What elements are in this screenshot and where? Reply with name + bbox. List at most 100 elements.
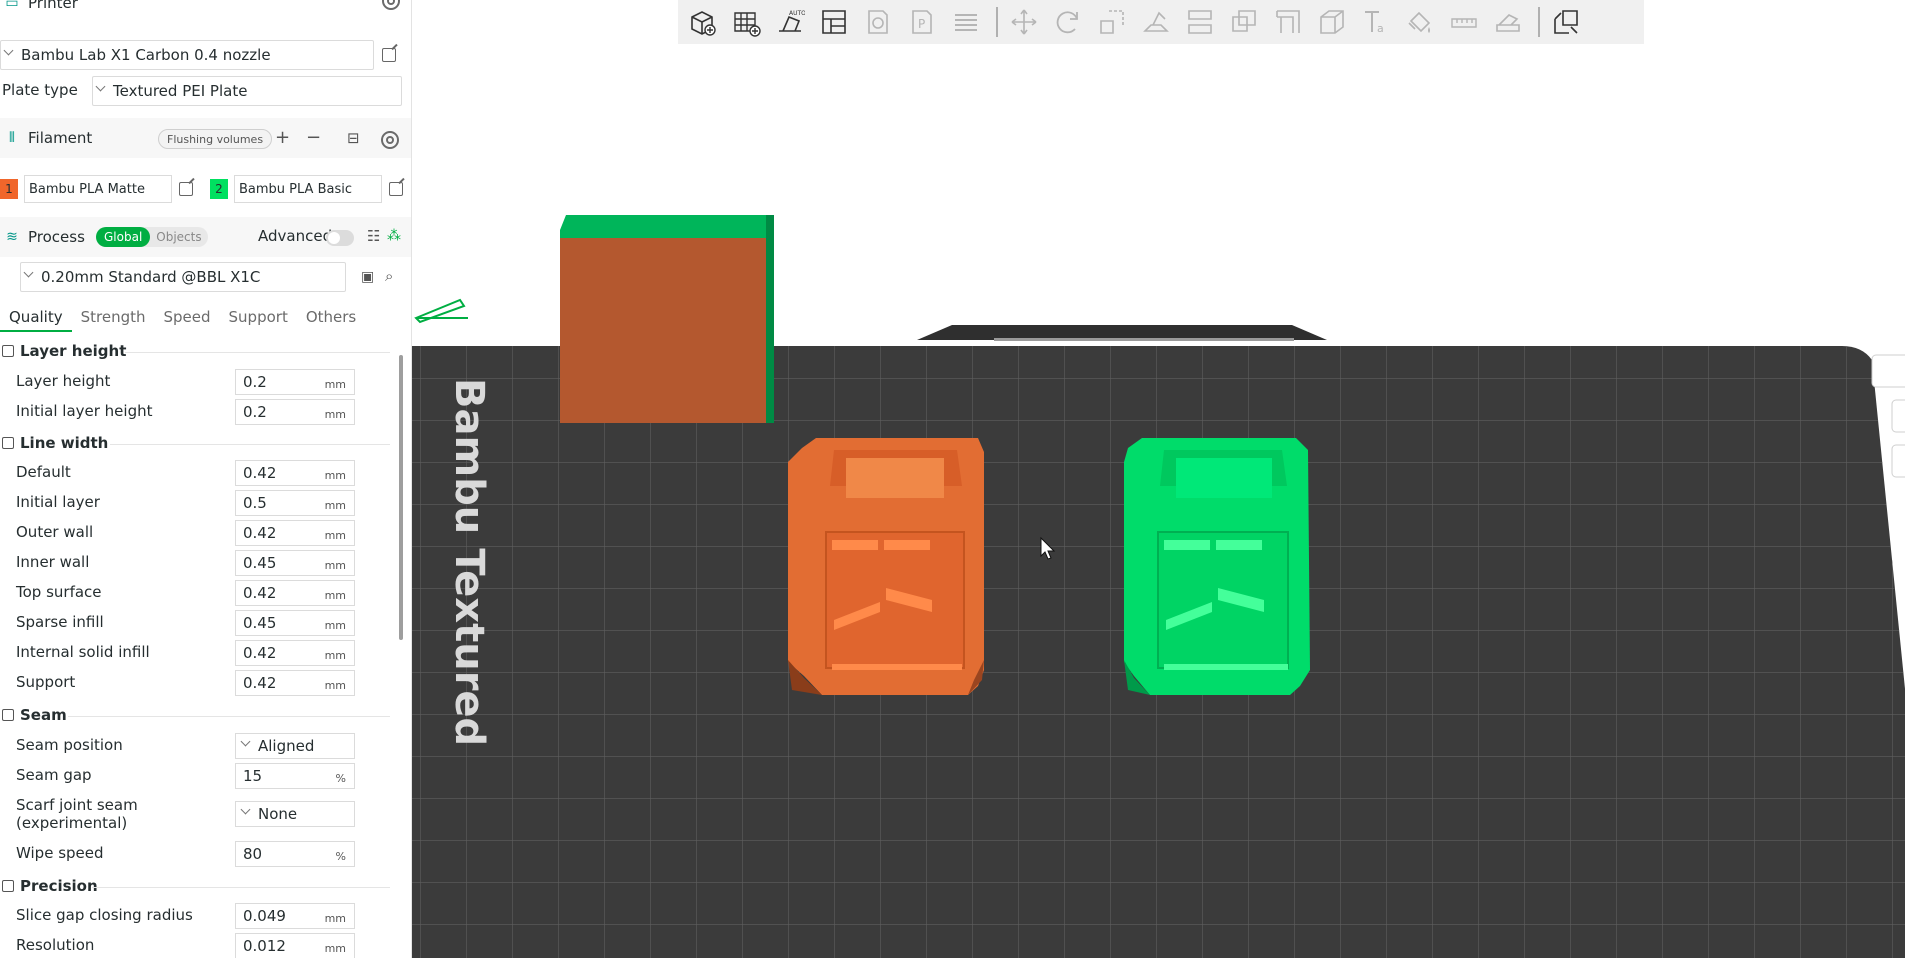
layer-height-label: Layer height [16, 372, 111, 390]
line-width-top-label: Top surface [16, 583, 102, 601]
back-block-object[interactable] [560, 238, 770, 423]
seam-paint-button[interactable] [1314, 4, 1350, 40]
unit-label: mm [324, 469, 346, 482]
tab-support[interactable]: Support [220, 302, 297, 332]
split-parts-button[interactable]: P [904, 4, 940, 40]
objects-tab[interactable]: Objects [150, 230, 207, 244]
line-width-default-value: 0.42 [243, 464, 277, 482]
line-width-inner-input[interactable]: 0.45 mm [235, 550, 355, 576]
lay-on-face-button[interactable] [1138, 4, 1174, 40]
3d-viewport[interactable]: Bambu Textured AUTO P a [412, 0, 1905, 958]
line-width-internal-input[interactable]: 0.42 mm [235, 640, 355, 666]
seam-position-value: Aligned [258, 737, 315, 755]
support-paint-button[interactable] [1270, 4, 1306, 40]
line-width-default-input[interactable]: 0.42 mm [235, 460, 355, 486]
line-width-sparse-input[interactable]: 0.45 mm [235, 610, 355, 636]
group-precision: Precision [0, 877, 98, 895]
filament-2-color-swatch[interactable]: 2 [210, 179, 228, 199]
add-cube-icon [691, 11, 716, 36]
edit-filament-1-icon[interactable] [179, 182, 193, 196]
global-objects-toggle[interactable]: Global Objects [96, 227, 208, 247]
layer-editing-button[interactable] [948, 4, 984, 40]
right-panel-widget[interactable] [1891, 399, 1905, 433]
add-object-button[interactable] [684, 4, 720, 40]
group-precision-title: Precision [20, 877, 98, 895]
process-preset-select[interactable]: 0.20mm Standard @BBL X1C [20, 262, 346, 292]
edit-printer-icon[interactable] [382, 48, 396, 62]
line-width-inner-value: 0.45 [243, 554, 277, 572]
slice-gap-label: Slice gap closing radius [16, 906, 193, 924]
remove-filament-icon[interactable]: − [306, 129, 321, 147]
filament-1-number: 1 [5, 182, 13, 196]
back-block-top [560, 215, 768, 238]
tab-others[interactable]: Others [297, 302, 365, 332]
printer-settings-gear-icon[interactable] [382, 0, 400, 10]
green-jerrycan-object[interactable] [1124, 438, 1310, 695]
advanced-toggle[interactable] [326, 230, 354, 246]
orange-jerrycan-object[interactable] [788, 438, 984, 695]
line-width-initial-input[interactable]: 0.5 mm [235, 490, 355, 516]
boolean-tool-button[interactable] [1226, 4, 1262, 40]
right-panel-widget[interactable] [1871, 354, 1905, 388]
color-paint-button[interactable] [1402, 4, 1438, 40]
line-width-support-input[interactable]: 0.42 mm [235, 670, 355, 696]
build-plate-scene[interactable]: Bambu Textured [412, 0, 1905, 958]
tab-speed[interactable]: Speed [155, 302, 220, 332]
assembly-button[interactable] [1490, 4, 1526, 40]
scarf-joint-label: Scarf joint seam (experimental) [16, 796, 138, 832]
filament-1-select[interactable]: Bambu PLA Matte [24, 175, 172, 203]
line-width-top-input[interactable]: 0.42 mm [235, 580, 355, 606]
tab-strength[interactable]: Strength [72, 302, 155, 332]
edit-filament-2-icon[interactable] [389, 182, 403, 196]
divider [125, 352, 390, 353]
save-preset-icon[interactable]: ▣ [361, 268, 374, 286]
add-plate-icon [734, 12, 761, 37]
line-width-outer-input[interactable]: 0.42 mm [235, 520, 355, 546]
line-width-icon [2, 437, 14, 449]
filament-icon: ⦀ [8, 130, 16, 146]
seam-position-select[interactable]: Aligned [235, 733, 355, 759]
wipe-speed-input[interactable]: 80% [235, 841, 355, 867]
compare-presets-icon[interactable]: ☷ [367, 227, 380, 245]
arrange-button[interactable] [816, 4, 852, 40]
rotate-tool-button[interactable] [1050, 4, 1086, 40]
line-width-outer-value: 0.42 [243, 524, 277, 542]
layer-height-input[interactable]: 0.2 mm [235, 369, 355, 395]
auto-orient-button[interactable]: AUTO [772, 4, 808, 40]
cut-icon [1188, 10, 1212, 34]
measure-tool-button[interactable] [1446, 4, 1482, 40]
cut-tool-button[interactable] [1182, 4, 1218, 40]
right-panel-widget[interactable] [1891, 444, 1905, 478]
sync-filament-icon[interactable]: ⊟ [347, 129, 360, 147]
view-switch-button[interactable] [1548, 4, 1584, 40]
move-tool-button[interactable] [1006, 4, 1042, 40]
flushing-volumes-button[interactable]: Flushing volumes [158, 129, 273, 149]
group-line-width-title: Line width [20, 434, 109, 452]
paint-bucket-icon [1408, 11, 1431, 33]
line-width-internal-value: 0.42 [243, 644, 277, 662]
search-icon[interactable]: ⌕ [385, 267, 393, 285]
split-objects-button[interactable] [860, 4, 896, 40]
scale-tool-button[interactable] [1094, 4, 1130, 40]
seam-gap-input[interactable]: 15% [235, 763, 355, 789]
svg-text:P: P [918, 17, 925, 31]
add-filament-icon[interactable]: + [275, 129, 290, 147]
tab-quality[interactable]: Quality [0, 302, 72, 332]
scarf-joint-select[interactable]: None [235, 801, 355, 827]
chevron-down-icon [5, 50, 15, 60]
slice-gap-input[interactable]: 0.049 mm [235, 903, 355, 929]
scarf-joint-label-line2: (experimental) [16, 814, 128, 832]
filament-settings-gear-icon[interactable] [381, 131, 399, 149]
plate-type-select[interactable]: Textured PEI Plate [92, 76, 402, 106]
plate-settings-icon[interactable]: ⁂ [387, 227, 401, 245]
lay-on-face-icon [1143, 11, 1169, 32]
filament-2-select[interactable]: Bambu PLA Basic [234, 175, 382, 203]
printer-model-select[interactable]: Bambu Lab X1 Carbon 0.4 nozzle [0, 40, 374, 70]
add-plate-button[interactable] [728, 4, 764, 40]
global-tab[interactable]: Global [96, 227, 151, 247]
resolution-input[interactable]: 0.012 mm [235, 933, 355, 958]
text-tool-button[interactable]: a [1358, 4, 1394, 40]
settings-scrollbar[interactable] [399, 355, 403, 640]
initial-layer-height-input[interactable]: 0.2 mm [235, 399, 355, 425]
filament-1-color-swatch[interactable]: 1 [0, 179, 18, 199]
